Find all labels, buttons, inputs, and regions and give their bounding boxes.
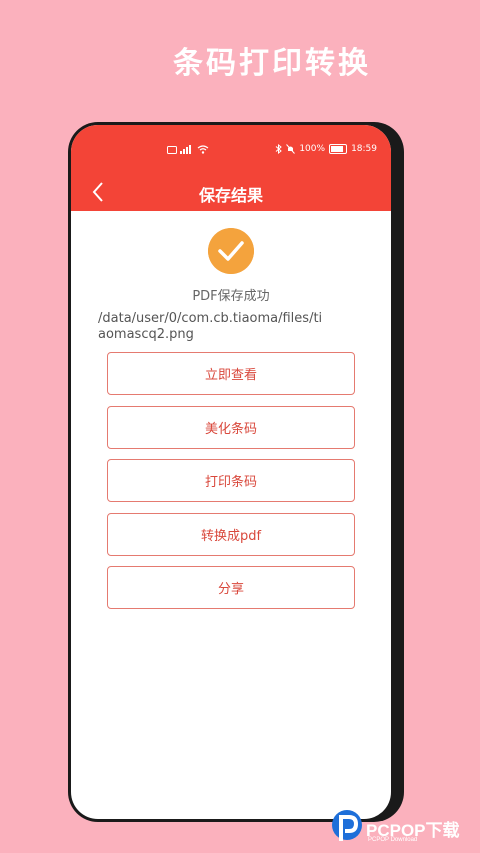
status-bar-left — [167, 145, 209, 154]
pcpop-logo-icon — [332, 810, 362, 841]
nav-bar: 保存结果 — [71, 175, 391, 211]
battery-percent: 100% — [299, 144, 326, 154]
mute-icon — [286, 144, 296, 154]
watermark-subtitle: PCPOP Download — [368, 837, 418, 843]
beautify-barcode-button[interactable]: 美化条码 — [107, 406, 355, 449]
print-barcode-button[interactable]: 打印条码 — [107, 459, 355, 502]
file-path: /data/user/0/com.cb.tiaoma/files/tiaomas… — [98, 311, 323, 342]
phone-frame: 100% 18:59 保存结果 PDF保存成功 /data/user/0/com… — [68, 122, 404, 822]
promo-headline: 条码打印转换 — [173, 46, 371, 81]
wifi-icon — [197, 145, 209, 154]
bluetooth-icon — [275, 144, 283, 154]
signal-icon — [180, 145, 191, 154]
status-bar-right: 100% 18:59 — [275, 144, 377, 154]
view-now-button[interactable]: 立即查看 — [107, 352, 355, 395]
status-bar: 100% 18:59 — [71, 125, 391, 175]
success-message: PDF保存成功 — [192, 289, 270, 304]
status-time: 18:59 — [351, 144, 377, 154]
page-title: 保存结果 — [198, 186, 263, 205]
phone-screen: 100% 18:59 保存结果 PDF保存成功 /data/user/0/com… — [71, 125, 391, 819]
convert-pdf-button[interactable]: 转换成pdf — [107, 513, 355, 556]
hd-badge-icon — [167, 145, 177, 154]
battery-icon — [329, 144, 348, 154]
success-check-icon — [208, 228, 254, 274]
share-button[interactable]: 分享 — [107, 566, 355, 609]
